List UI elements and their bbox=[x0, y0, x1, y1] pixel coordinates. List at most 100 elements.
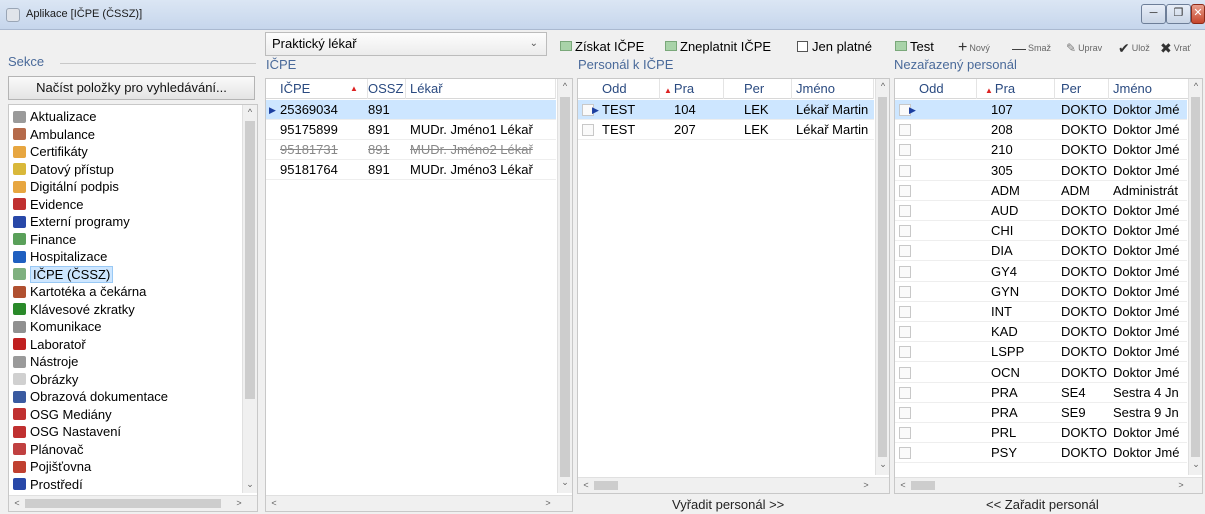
table-row[interactable]: ADM ADM Administrát bbox=[895, 181, 1187, 201]
checkbox-icon[interactable] bbox=[797, 40, 808, 52]
table-row[interactable]: OCN DOKTO Doktor Jmé bbox=[895, 363, 1187, 383]
sekce-item[interactable]: Aktualizace bbox=[13, 108, 96, 125]
maximize-button[interactable]: ❐ bbox=[1166, 4, 1191, 24]
scroll-up-icon[interactable]: ^ bbox=[244, 107, 256, 117]
sekce-item[interactable]: Datový přístup bbox=[13, 161, 114, 178]
new-button[interactable]: + Nový bbox=[958, 38, 990, 58]
table-row[interactable]: 305 DOKTO Doktor Jmé bbox=[895, 161, 1187, 181]
row-selector[interactable] bbox=[899, 124, 911, 137]
sekce-item[interactable]: Prostředí bbox=[13, 476, 83, 493]
sekce-item[interactable]: Klávesové zkratky bbox=[13, 301, 135, 318]
row-selector[interactable] bbox=[899, 285, 911, 298]
revert-button[interactable]: ✖ Vrať bbox=[1160, 38, 1191, 58]
scroll-thumb[interactable] bbox=[245, 121, 255, 399]
sekce-item[interactable]: IČPE (ČSSZ) bbox=[13, 265, 114, 283]
scroll-thumb[interactable] bbox=[560, 97, 570, 477]
row-selector[interactable] bbox=[899, 346, 911, 359]
column-header-odd[interactable]: Odd bbox=[915, 79, 977, 99]
sekce-item[interactable]: Evidence bbox=[13, 196, 83, 213]
column-header-per[interactable]: Per bbox=[740, 79, 792, 99]
sekce-item[interactable]: OSG Nastavení bbox=[13, 423, 121, 440]
table-row[interactable]: DIA DOKTO Doktor Jmé bbox=[895, 241, 1187, 262]
row-selector[interactable] bbox=[899, 225, 911, 238]
column-header-pra[interactable]: ▲ Pra bbox=[660, 79, 724, 99]
scroll-thumb[interactable] bbox=[878, 97, 887, 457]
scroll-down-icon[interactable]: ⌄ bbox=[244, 479, 256, 490]
invalidate-icpe-button[interactable]: Zneplatnit IČPE bbox=[665, 36, 771, 56]
column-header-ossz[interactable]: OSSZ bbox=[364, 79, 406, 99]
row-selector[interactable] bbox=[899, 144, 911, 157]
personal-vscrollbar[interactable]: ^ ⌄ bbox=[875, 79, 889, 475]
table-row[interactable]: INT DOKTO Doktor Jmé bbox=[895, 302, 1187, 322]
sekce-item[interactable]: Komunikace bbox=[13, 318, 102, 335]
row-selector[interactable] bbox=[899, 366, 911, 379]
personal-hscrollbar[interactable]: < > bbox=[578, 477, 889, 493]
table-row[interactable]: CHI DOKTO Doktor Jmé bbox=[895, 221, 1187, 242]
table-row[interactable]: 210 DOKTO Doktor Jmé bbox=[895, 140, 1187, 161]
sekce-item[interactable]: Obrázky bbox=[13, 371, 78, 388]
table-row[interactable]: PRA SE9 Sestra 9 Jn bbox=[895, 403, 1187, 423]
row-selector[interactable] bbox=[899, 326, 911, 339]
column-header-lekar[interactable]: Lékař bbox=[406, 79, 556, 99]
scroll-thumb[interactable] bbox=[1191, 97, 1200, 457]
table-row[interactable]: ▶ TEST 104 LEK Lékař Martin bbox=[578, 100, 874, 120]
sekce-item[interactable]: Externí programy bbox=[13, 213, 130, 230]
column-header-pra[interactable]: ▲ Pra bbox=[977, 79, 1055, 99]
table-row[interactable]: 95175899 891 MUDr. Jméno1 Lékař bbox=[266, 120, 556, 140]
icpe-vscrollbar[interactable]: ^ ⌄ bbox=[557, 79, 572, 493]
table-row[interactable]: ▶ 107 DOKTO Doktor Jmé bbox=[895, 100, 1187, 120]
icpe-hscrollbar[interactable]: < > bbox=[266, 495, 572, 511]
row-selector[interactable] bbox=[899, 205, 911, 217]
sekce-item[interactable]: Hospitalizace bbox=[13, 248, 107, 265]
table-row[interactable]: PRL DOKTO Doktor Jmé bbox=[895, 423, 1187, 444]
table-row[interactable]: ▶ 25369034 891 bbox=[266, 100, 556, 120]
table-row[interactable]: TEST 207 LEK Lékař Martin bbox=[578, 120, 874, 141]
edit-button[interactable]: ✎ Uprav bbox=[1066, 38, 1102, 58]
only-valid-checkbox[interactable]: Jen platné bbox=[797, 36, 872, 56]
row-selector[interactable] bbox=[899, 407, 911, 419]
unassigned-hscrollbar[interactable]: < > bbox=[895, 477, 1202, 493]
scroll-thumb[interactable] bbox=[25, 499, 221, 508]
table-row[interactable]: 95181764 891 MUDr. Jméno3 Lékař bbox=[266, 160, 556, 180]
sekce-item[interactable]: Laboratoř bbox=[13, 336, 86, 353]
remove-personal-button[interactable]: Vyřadit personál >> bbox=[672, 497, 784, 512]
row-selector[interactable] bbox=[582, 124, 594, 137]
column-header-jmeno[interactable]: Jméno bbox=[792, 79, 874, 99]
load-items-button[interactable]: Načíst položky pro vyhledávání... bbox=[8, 76, 255, 100]
save-button[interactable]: ✔ Ulož bbox=[1118, 38, 1150, 58]
sekce-item[interactable]: Kartotéka a čekárna bbox=[13, 283, 146, 300]
unassigned-vscrollbar[interactable]: ^ ⌄ bbox=[1188, 79, 1202, 475]
sekce-item[interactable]: Certifikáty bbox=[13, 143, 88, 160]
sekce-item[interactable]: Pojišťovna bbox=[13, 458, 91, 475]
delete-button[interactable]: — Smaž bbox=[1012, 38, 1051, 58]
sekce-item[interactable]: Obrazová dokumentace bbox=[13, 388, 168, 405]
test-button[interactable]: Test bbox=[895, 36, 934, 56]
row-selector[interactable] bbox=[899, 164, 911, 177]
sekce-item[interactable]: OSG Mediány bbox=[13, 406, 112, 423]
row-selector[interactable] bbox=[899, 306, 911, 318]
sekce-item[interactable]: Finance bbox=[13, 231, 76, 248]
column-header-icpe[interactable]: IČPE ▲ bbox=[276, 79, 368, 99]
table-row[interactable]: AUD DOKTO Doktor Jmé bbox=[895, 201, 1187, 221]
table-row[interactable]: GYN DOKTO Doktor Jmé bbox=[895, 282, 1187, 302]
row-selector[interactable] bbox=[899, 265, 911, 278]
sekce-item[interactable]: Digitální podpis bbox=[13, 178, 119, 195]
table-row[interactable]: 95181731 891 MUDr. Jméno2 Lékař bbox=[266, 140, 556, 160]
sekce-item[interactable]: Nástroje bbox=[13, 353, 78, 370]
row-selector[interactable] bbox=[899, 427, 911, 440]
get-icpe-button[interactable]: Získat IČPE bbox=[560, 36, 644, 56]
scroll-thumb[interactable] bbox=[911, 481, 935, 490]
sekce-item[interactable]: Ambulance bbox=[13, 126, 95, 143]
scroll-thumb[interactable] bbox=[594, 481, 618, 490]
row-selector[interactable] bbox=[899, 386, 911, 399]
row-selector[interactable] bbox=[899, 245, 911, 258]
doctor-type-select[interactable]: Praktický lékař ⌄ bbox=[265, 32, 547, 56]
table-row[interactable]: 208 DOKTO Doktor Jmé bbox=[895, 120, 1187, 141]
sekce-hscrollbar[interactable]: < > bbox=[9, 495, 257, 511]
table-row[interactable]: GY4 DOKTO Doktor Jmé bbox=[895, 262, 1187, 282]
sekce-vscrollbar[interactable]: ^ ⌄ bbox=[242, 105, 257, 493]
column-header-jmeno[interactable]: Jméno bbox=[1109, 79, 1189, 99]
sekce-item[interactable]: Plánovač bbox=[13, 441, 83, 458]
scroll-right-icon[interactable]: > bbox=[233, 498, 245, 508]
row-selector[interactable] bbox=[899, 447, 911, 460]
